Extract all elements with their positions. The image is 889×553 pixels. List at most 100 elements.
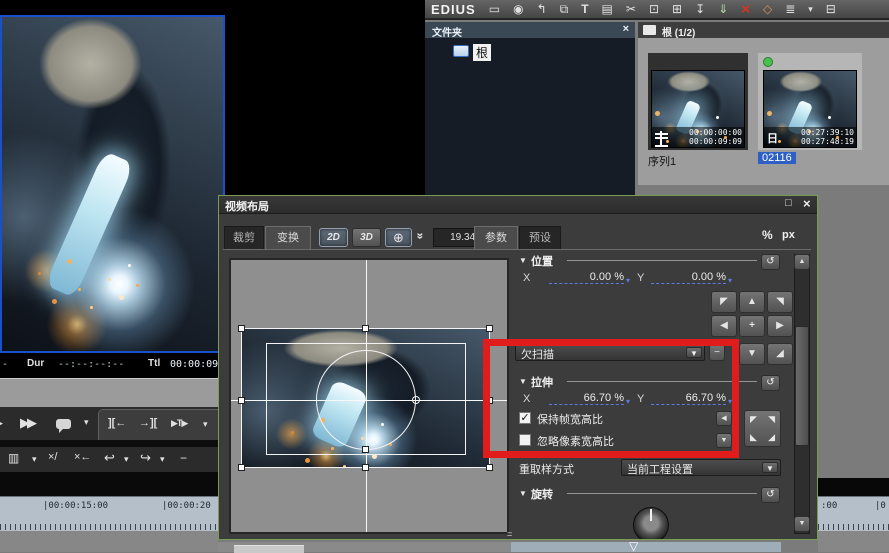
fit-to-frame-button[interactable]: ◤ ◥ ◣ ◢ bbox=[744, 410, 781, 447]
unit-px-button[interactable]: px bbox=[782, 229, 795, 241]
section-collapse-icon[interactable]: ▼ bbox=[519, 489, 527, 498]
handle-nw[interactable] bbox=[238, 325, 245, 332]
nudge-right-button[interactable]: ▶ bbox=[767, 315, 793, 337]
fast-forward-button[interactable]: ▶▶ bbox=[20, 415, 34, 431]
colorbars-icon[interactable]: ▤ bbox=[602, 2, 613, 16]
bin-pages-icon[interactable]: ▥ bbox=[8, 451, 19, 465]
close-icon[interactable]: × bbox=[803, 196, 811, 211]
maximize-icon[interactable]: □ bbox=[785, 197, 792, 209]
tab-transform[interactable]: 变换 bbox=[265, 226, 311, 249]
handle-n[interactable] bbox=[362, 325, 369, 332]
undo-icon[interactable]: ↩ bbox=[104, 450, 115, 466]
stretch-reset-button[interactable]: ↺ bbox=[761, 375, 780, 391]
bin-clip-tile-selected[interactable]: 日 00:27:39:10 00:27:48:19 bbox=[758, 53, 862, 150]
handle-s[interactable] bbox=[362, 464, 369, 471]
trim-out-button[interactable]: →][ bbox=[139, 417, 157, 429]
section-collapse-icon[interactable]: ▼ bbox=[519, 256, 527, 265]
panel-icon[interactable]: ⊟ bbox=[826, 2, 836, 16]
center-grid-button[interactable]: ⊕ bbox=[385, 228, 412, 247]
export-icon[interactable]: ⧉ bbox=[560, 2, 569, 17]
copy-icon[interactable]: ⊡ bbox=[649, 2, 659, 16]
section-collapse-icon[interactable]: ▼ bbox=[519, 377, 527, 386]
close-icon[interactable]: × bbox=[623, 23, 629, 35]
open-project-icon[interactable]: ▭ bbox=[489, 2, 500, 16]
circle-handle-right[interactable] bbox=[412, 396, 420, 404]
resample-dropdown[interactable]: 当前工程设置 ▼ bbox=[621, 459, 781, 476]
rotation-knob[interactable] bbox=[633, 507, 669, 540]
tab-parameters[interactable]: 参数 bbox=[474, 226, 518, 249]
spinner-caret-icon[interactable]: ▾ bbox=[728, 397, 732, 406]
delete-in-out-icon[interactable]: ×/ bbox=[48, 451, 57, 463]
undo-history-icon[interactable]: ↰ bbox=[537, 2, 547, 16]
tab-presets[interactable]: 预设 bbox=[519, 226, 561, 249]
trim-in-button[interactable]: ][← bbox=[108, 417, 126, 429]
handle-sw[interactable] bbox=[238, 464, 245, 471]
handle-se[interactable] bbox=[486, 464, 493, 471]
import-icon[interactable]: ⇓ bbox=[718, 2, 728, 16]
stretch-side-button-2[interactable]: ▼ bbox=[716, 433, 732, 448]
scrollbar-thumb[interactable] bbox=[795, 326, 809, 446]
delete-icon[interactable]: × bbox=[741, 1, 750, 18]
spinner-caret-icon[interactable]: ▾ bbox=[626, 397, 630, 406]
search-icon[interactable]: ◉ bbox=[513, 2, 523, 16]
clip-label[interactable]: 序列1 bbox=[648, 153, 676, 169]
toolbar-caret-icon[interactable]: ▾ bbox=[808, 4, 813, 15]
dialog-resize-handle[interactable]: = bbox=[507, 529, 512, 539]
position-reset-button[interactable]: ↺ bbox=[761, 254, 780, 270]
nudge-up-right-button[interactable]: ◥ bbox=[767, 291, 793, 313]
chevron-more-icon[interactable]: » bbox=[413, 233, 427, 240]
handle-e[interactable] bbox=[486, 397, 493, 404]
delete-point-icon[interactable]: ×← bbox=[74, 451, 91, 463]
play-button[interactable]: ▶ bbox=[0, 415, 3, 431]
mode-2d-button[interactable]: 2D bbox=[319, 228, 348, 247]
group-caret-icon[interactable]: ▾ bbox=[203, 419, 208, 430]
spinner-caret-icon[interactable]: ▾ bbox=[728, 276, 732, 285]
nudge-down-right-button[interactable]: ◢ bbox=[767, 343, 793, 365]
position-y-input[interactable]: 0.00 % bbox=[651, 271, 726, 284]
caret-icon[interactable]: ▾ bbox=[160, 454, 165, 465]
marker-icon[interactable]: ◇ bbox=[763, 2, 772, 16]
playhead-marker-icon[interactable]: ▽ bbox=[629, 539, 638, 553]
sync-icon[interactable]: ↧ bbox=[695, 2, 705, 16]
caret-icon[interactable]: ▾ bbox=[32, 454, 37, 465]
cut-icon[interactable]: ✂ bbox=[626, 2, 636, 16]
nudge-down-button[interactable]: ▼ bbox=[739, 343, 765, 365]
mode-3d-button[interactable]: 3D bbox=[352, 228, 381, 247]
tab-crop[interactable]: 裁剪 bbox=[224, 226, 264, 249]
scroll-up-button[interactable]: ▲ bbox=[794, 254, 810, 270]
title-tool-icon[interactable]: T bbox=[581, 2, 588, 16]
view-list-icon[interactable]: ≣ bbox=[785, 2, 795, 16]
clip-label-selected[interactable]: 02116 bbox=[758, 152, 796, 164]
caret-icon[interactable]: ▾ bbox=[124, 454, 129, 465]
collapse-icon[interactable]: − bbox=[180, 451, 187, 465]
scan-mode-dropdown[interactable]: 欠扫描 ▼ bbox=[515, 344, 705, 361]
rotation-reset-button[interactable]: ↺ bbox=[761, 487, 780, 503]
redo-icon[interactable]: ↪ bbox=[140, 450, 151, 466]
timeline-ruler[interactable]: |00:00:15:00 |00:00:20 bbox=[0, 496, 218, 532]
handle-ne[interactable] bbox=[486, 325, 493, 332]
circle-handle-bottom[interactable] bbox=[362, 446, 369, 453]
row1-caret-icon[interactable]: ▾ bbox=[84, 417, 89, 428]
ignore-pixel-aspect-checkbox[interactable] bbox=[519, 434, 531, 446]
stretch-side-button-1[interactable]: ◀ bbox=[716, 411, 732, 426]
stretch-x-input[interactable]: 66.70 % bbox=[549, 392, 624, 405]
layout-canvas[interactable] bbox=[229, 258, 509, 534]
unit-percent-button[interactable]: % bbox=[762, 228, 773, 242]
scan-minus-button[interactable]: − bbox=[709, 344, 725, 361]
speech-bubble-icon[interactable] bbox=[56, 419, 71, 429]
play-around-button[interactable]: ▶T▶ bbox=[171, 418, 187, 429]
center-position-button[interactable]: + bbox=[739, 315, 765, 337]
handle-w[interactable] bbox=[238, 397, 245, 404]
scroll-down-button[interactable]: ▼ bbox=[794, 516, 810, 532]
nudge-up-left-button[interactable]: ◤ bbox=[711, 291, 737, 313]
nudge-up-button[interactable]: ▲ bbox=[739, 291, 765, 313]
nudge-left-button[interactable]: ◀ bbox=[711, 315, 737, 337]
dialog-titlebar[interactable]: 视频布局 □ × bbox=[219, 196, 818, 214]
bin-clip-tile[interactable]: 00:00:00:00 00:00:09:09 bbox=[648, 53, 748, 150]
position-x-input[interactable]: 0.00 % bbox=[549, 271, 624, 284]
timeline-ruler-right[interactable]: :00 |0 bbox=[818, 496, 889, 532]
paste-icon[interactable]: ⊞ bbox=[672, 2, 682, 16]
stretch-y-input[interactable]: 66.70 % bbox=[651, 392, 726, 405]
keep-frame-aspect-checkbox[interactable]: ✓ bbox=[519, 412, 531, 424]
spinner-caret-icon[interactable]: ▾ bbox=[626, 276, 630, 285]
